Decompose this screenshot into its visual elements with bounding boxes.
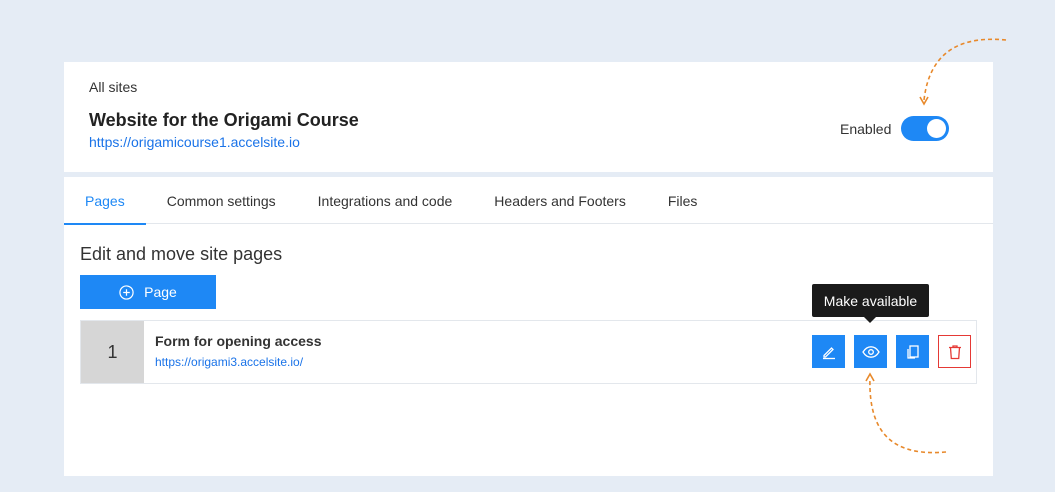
make-available-tooltip: Make available [812, 284, 929, 323]
section-title: Edit and move site pages [80, 244, 283, 264]
tab-pages[interactable]: Pages [64, 177, 146, 225]
plus-circle-icon [119, 284, 134, 300]
tab-integrations-and-code[interactable]: Integrations and code [297, 177, 474, 224]
toggle-knob [927, 119, 947, 138]
site-url-link[interactable]: https://origamicourse1.accelsite.io [89, 134, 300, 150]
enabled-toggle[interactable] [901, 116, 950, 141]
add-page-label: Page [144, 284, 177, 300]
site-header-card: All sites Website for the Origami Course… [64, 62, 993, 172]
copy-page-button[interactable] [896, 335, 929, 368]
add-page-button[interactable]: Page [80, 275, 216, 309]
pencil-icon [822, 346, 835, 359]
settings-tabs: Pages Common settings Integrations and c… [64, 177, 993, 225]
make-available-button[interactable] [854, 335, 887, 368]
site-pages-card: Pages Common settings Integrations and c… [64, 177, 993, 476]
edit-page-button[interactable] [812, 335, 845, 368]
delete-page-button[interactable] [938, 335, 971, 368]
site-title: Website for the Origami Course [89, 110, 359, 130]
trash-icon [948, 344, 961, 359]
eye-icon [861, 345, 880, 358]
breadcrumb-all-sites[interactable]: All sites [89, 79, 137, 95]
tab-headers-and-footers[interactable]: Headers and Footers [473, 177, 647, 224]
tab-files[interactable]: Files [647, 177, 719, 224]
page-row: 1 Form for opening access https://origam… [80, 320, 977, 384]
enabled-control: Enabled [840, 116, 950, 141]
page-name: Form for opening access [155, 333, 322, 349]
enabled-label: Enabled [840, 120, 892, 137]
tab-common-settings[interactable]: Common settings [146, 177, 297, 224]
copy-icon [906, 344, 919, 359]
page-url-link[interactable]: https://origami3.accelsite.io/ [155, 355, 303, 369]
page-number[interactable]: 1 [81, 321, 144, 383]
